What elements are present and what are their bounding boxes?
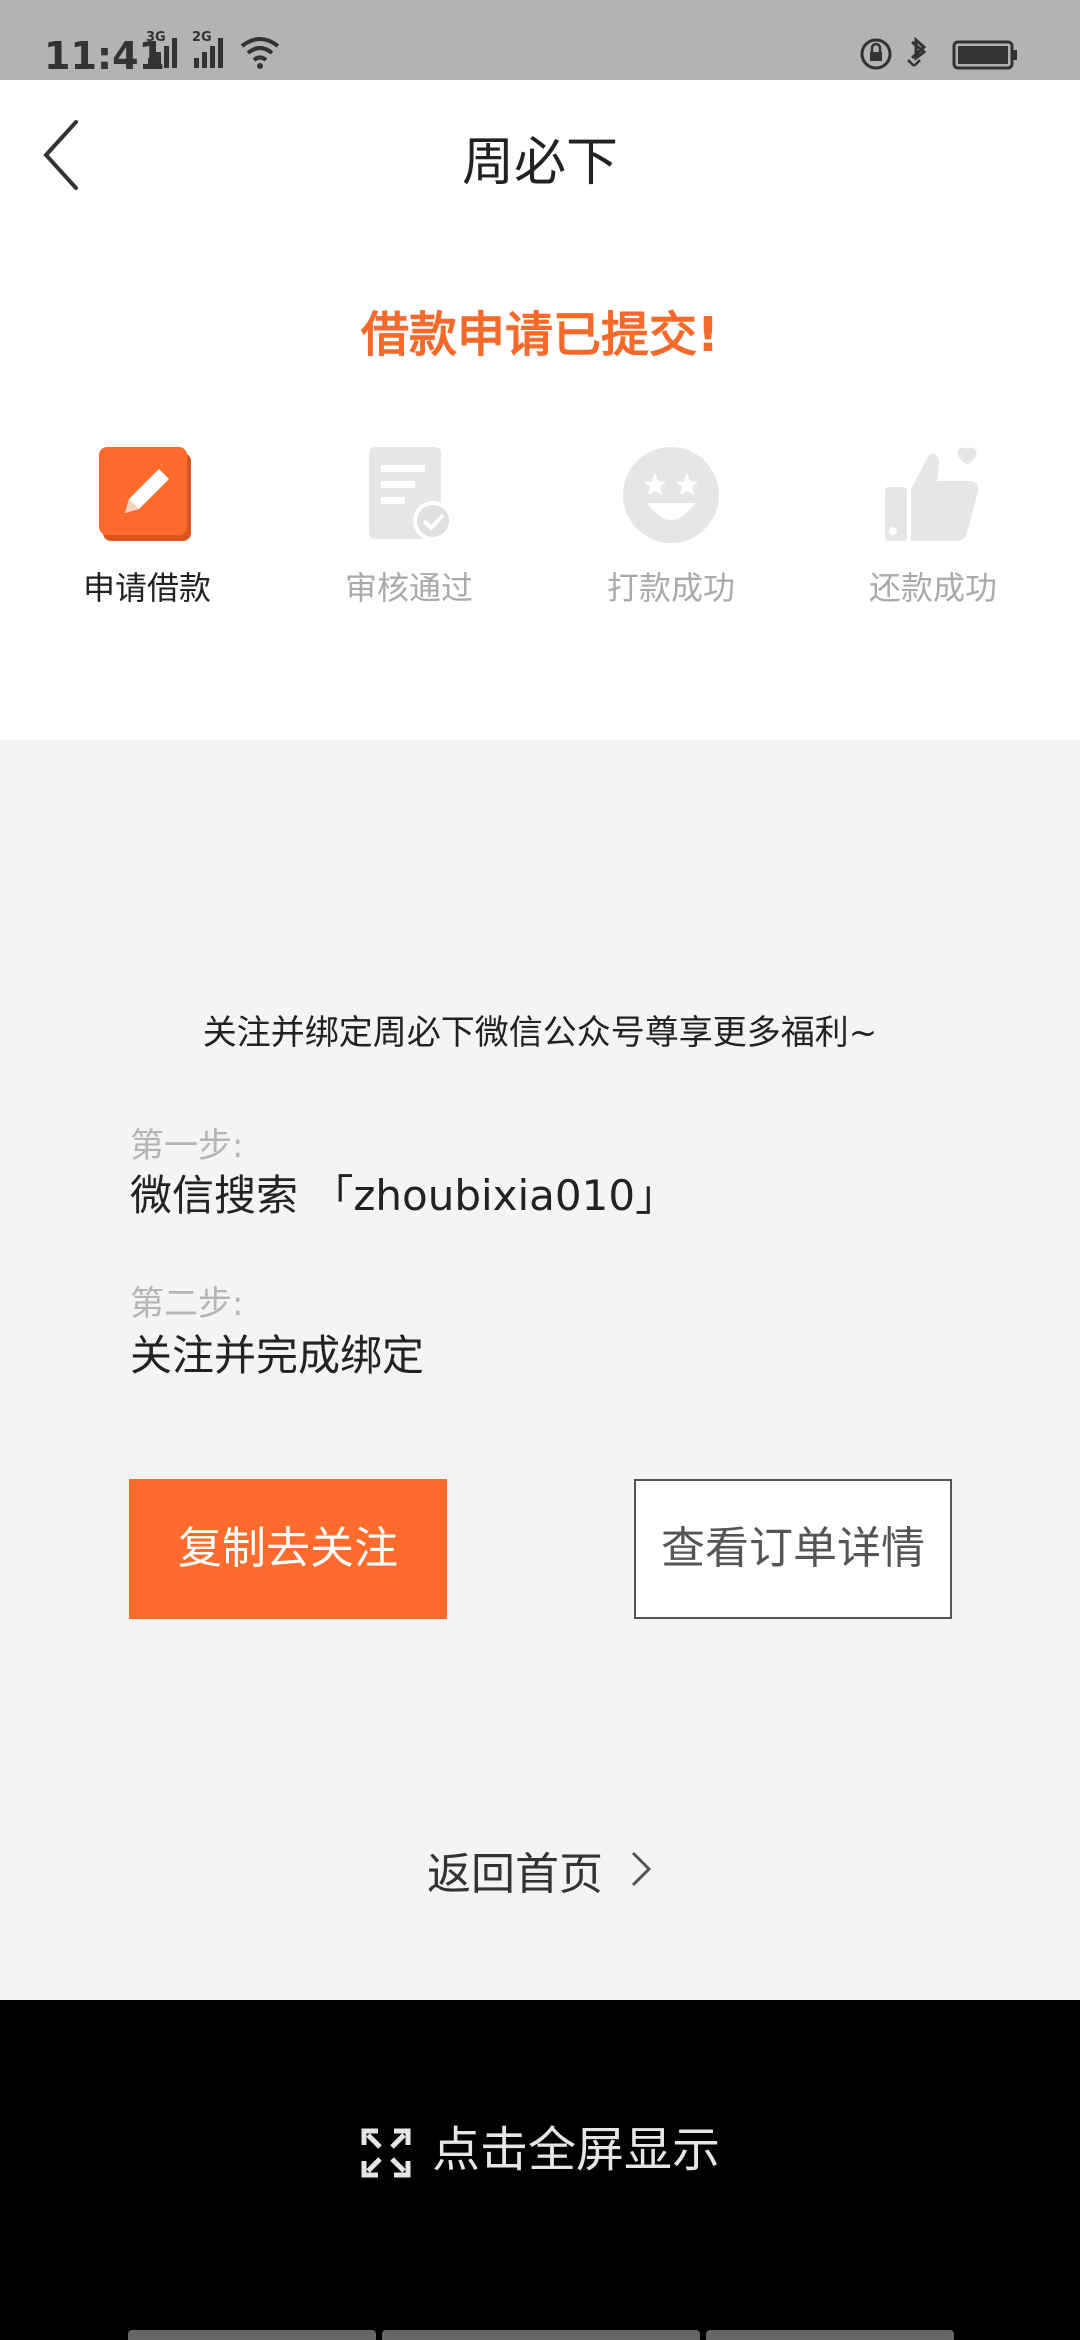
status-bar: 11:41 3G 2G bbox=[0, 0, 1080, 80]
rotation-lock-icon bbox=[860, 38, 892, 70]
wechat-promo-text: 关注并绑定周必下微信公众号尊享更多福利~ bbox=[202, 1013, 878, 1053]
step1-text: 微信搜索 「zhoubixia010」 bbox=[130, 1171, 678, 1220]
fullscreen-button[interactable]: 点击全屏显示 bbox=[0, 2110, 1080, 2180]
document-check-icon bbox=[359, 445, 459, 545]
step-label: 打款成功 bbox=[606, 569, 735, 607]
status-icons-right bbox=[860, 36, 1040, 72]
signal-3g-label: 3G bbox=[146, 30, 166, 45]
submit-status-title: 借款申请已提交! bbox=[361, 307, 719, 363]
step-label: 审核通过 bbox=[344, 569, 473, 607]
page-title: 周必下 bbox=[461, 133, 618, 193]
bottom-tab-thumb bbox=[382, 2330, 700, 2340]
bottom-tab-thumb bbox=[128, 2330, 376, 2340]
step-label: 还款成功 bbox=[868, 569, 997, 607]
fullscreen-label: 点击全屏显示 bbox=[431, 2122, 720, 2178]
back-home-label: 返回首页 bbox=[427, 1849, 603, 1900]
step-apply-loan: 申请借款 bbox=[16, 445, 278, 609]
fullscreen-bar: 点击全屏显示 bbox=[0, 2000, 1080, 2340]
step-review-approved: 审核通过 bbox=[278, 445, 540, 609]
chevron-right-icon bbox=[629, 1849, 653, 1900]
wifi-icon bbox=[238, 34, 282, 74]
step-payment-success: 打款成功 bbox=[540, 445, 802, 609]
expand-icon bbox=[361, 2128, 411, 2178]
battery-icon bbox=[952, 40, 1017, 70]
copy-and-follow-button[interactable]: 复制去关注 bbox=[129, 1479, 447, 1619]
bottom-tab-thumb bbox=[706, 2330, 954, 2340]
header-panel: 周必下 借款申请已提交! 申请借款 审核通过 打款成功 还款成功 bbox=[0, 80, 1080, 740]
step-repayment-success: 还款成功 bbox=[802, 445, 1064, 609]
bluetooth-icon bbox=[907, 36, 927, 67]
step1-hint: 第一步: bbox=[130, 1126, 244, 1166]
step-label: 申请借款 bbox=[82, 569, 211, 607]
step2-text: 关注并完成绑定 bbox=[130, 1331, 425, 1380]
thumbs-up-icon bbox=[883, 445, 983, 545]
step2-hint: 第二步: bbox=[130, 1284, 244, 1324]
view-order-details-button[interactable]: 查看订单详情 bbox=[634, 1479, 952, 1619]
pencil-note-icon bbox=[97, 445, 197, 545]
signal-2g-label: 2G bbox=[192, 30, 212, 45]
back-home-link[interactable]: 返回首页 bbox=[0, 1838, 1080, 1902]
star-eyes-smile-icon bbox=[621, 445, 721, 545]
signal-2g-icon: 2G bbox=[192, 30, 232, 74]
signal-3g-icon: 3G bbox=[146, 30, 186, 74]
progress-steps: 申请借款 审核通过 打款成功 还款成功 bbox=[0, 445, 1080, 615]
